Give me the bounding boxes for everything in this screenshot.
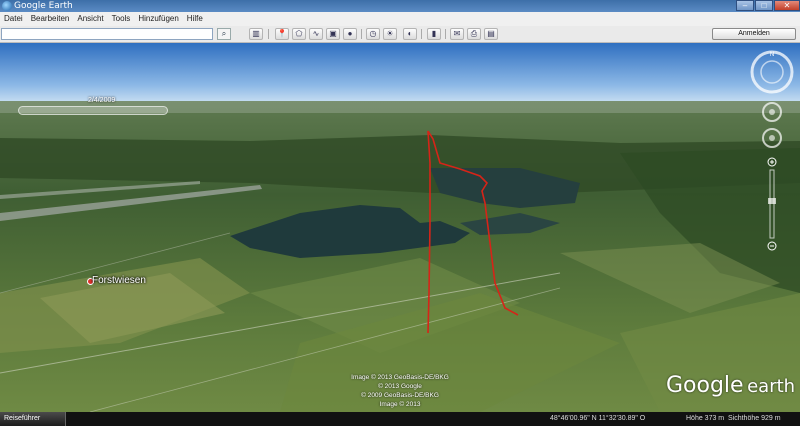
imagery-credit: Image © 2013 GeoBasis-DE/BKG — [351, 374, 449, 381]
compass-ring-icon[interactable]: N — [750, 50, 794, 94]
toolbar-separator — [421, 29, 422, 39]
toolbar: ⌕ ▥ 📍 ⬠ ∿ ▣ ● ◷ ☀ ◐ ▮ ✉ ⎙ ▤ Anmelden — [0, 26, 800, 43]
planet-switch-icon[interactable]: ◐ — [403, 28, 417, 40]
place-label[interactable]: Forstwiesen — [92, 275, 146, 286]
move-joystick-icon[interactable] — [762, 128, 782, 148]
sidebar-toggle-icon[interactable]: ▥ — [249, 28, 263, 40]
elevation-readout: Höhe 373 m — [686, 415, 725, 422]
look-joystick-icon[interactable] — [762, 102, 782, 122]
placemark-icon[interactable]: 📍 — [275, 28, 289, 40]
image-overlay-icon[interactable]: ▣ — [326, 28, 340, 40]
time-slider[interactable] — [18, 106, 168, 115]
time-display: 2/4/2009 — [88, 97, 116, 104]
imagery-credit: © 2009 GeoBasis-DE/BKG — [361, 392, 439, 399]
earth-viewport[interactable]: 2/4/2009 Forstwiesen N Image © 2013 GeoB… — [0, 43, 800, 412]
zoom-slider[interactable] — [767, 157, 777, 251]
ruler-icon[interactable]: ▮ — [427, 28, 441, 40]
google-earth-logo: Google earth — [666, 373, 796, 398]
search-input[interactable] — [1, 28, 213, 40]
toolbar-separator — [445, 29, 446, 39]
view-in-maps-icon[interactable]: ▤ — [484, 28, 498, 40]
imagery-credit: © 2013 Google — [378, 383, 422, 390]
record-tour-icon[interactable]: ● — [343, 28, 357, 40]
email-icon[interactable]: ✉ — [450, 28, 464, 40]
polygon-icon[interactable]: ⬠ — [292, 28, 306, 40]
navigation-controls[interactable]: N — [748, 48, 796, 258]
menu-datei[interactable]: Datei — [0, 12, 27, 26]
menu-tools[interactable]: Tools — [108, 12, 135, 26]
close-icon[interactable]: ✕ — [774, 0, 800, 11]
minimize-icon[interactable]: – — [736, 0, 754, 11]
print-icon[interactable]: ⎙ — [467, 28, 481, 40]
menu-hilfe[interactable]: Hilfe — [183, 12, 207, 26]
menu-hinzufuegen[interactable]: Hinzufügen — [134, 12, 182, 26]
menu-ansicht[interactable]: Ansicht — [73, 12, 107, 26]
sunlight-icon[interactable]: ☀ — [383, 28, 397, 40]
path-icon[interactable]: ∿ — [309, 28, 323, 40]
tour-guide-button[interactable]: Reiseführer — [0, 412, 66, 426]
window-controls: – □ ✕ — [735, 0, 800, 12]
tour-guide-label: Reiseführer — [4, 415, 41, 422]
title-bar: Google Earth – □ ✕ — [0, 0, 800, 12]
terrain-view — [0, 43, 800, 412]
window-title: Google Earth — [14, 1, 73, 11]
toolbar-separator — [361, 29, 362, 39]
toolbar-separator — [268, 29, 269, 39]
login-button[interactable]: Anmelden — [712, 28, 796, 40]
search-icon[interactable]: ⌕ — [217, 28, 231, 40]
google-earth-icon — [2, 1, 12, 11]
menu-bearbeiten[interactable]: Bearbeiten — [27, 12, 74, 26]
maximize-icon[interactable]: □ — [755, 0, 773, 11]
status-bar: Reiseführer 48°46'00.96" N 11°32'30.89" … — [0, 412, 800, 426]
historical-imagery-icon[interactable]: ◷ — [366, 28, 380, 40]
menu-bar: Datei Bearbeiten Ansicht Tools Hinzufüge… — [0, 12, 800, 27]
coordinates-readout: 48°46'00.96" N 11°32'30.89" O — [550, 415, 646, 422]
imagery-credit: Image © 2013 — [379, 401, 421, 408]
svg-text:N: N — [770, 52, 774, 58]
eye-altitude-readout: Sichthöhe 929 m — [728, 415, 781, 422]
